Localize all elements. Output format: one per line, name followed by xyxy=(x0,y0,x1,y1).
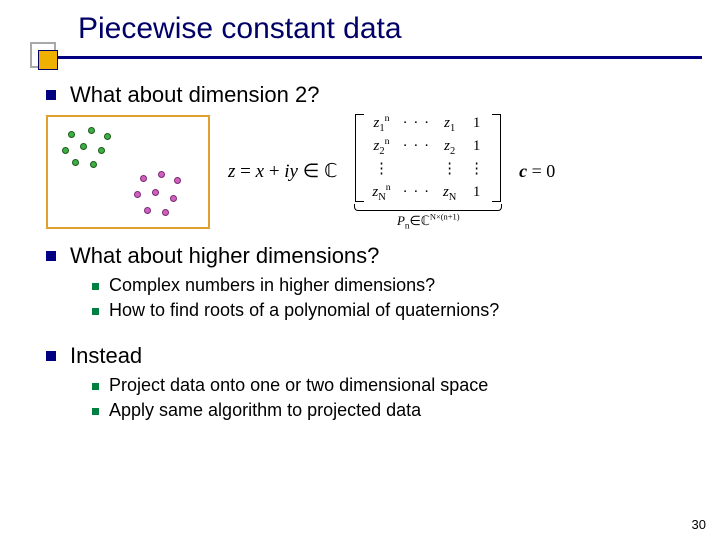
content-area: What about dimension 2? z = x + iy ∈ ℂ xyxy=(46,82,690,520)
title-decor-square xyxy=(30,42,58,70)
bullet-dim2-text: What about dimension 2? xyxy=(70,82,320,107)
sub-quaternion-roots: How to find roots of a polynomial of qua… xyxy=(92,300,690,321)
matrix-block: z1n z2n ⋮ zNn · · · · · · · · · z1 z2 ⋮ … xyxy=(355,114,501,229)
slide-title: Piecewise constant data xyxy=(78,12,402,46)
scatter-plot xyxy=(46,115,210,229)
bullet-small-square-icon xyxy=(92,383,99,390)
sub-apply-algorithm: Apply same algorithm to projected data xyxy=(92,400,690,421)
title-underline xyxy=(58,56,702,59)
bullet-higher-dims: What about higher dimensions? xyxy=(46,243,690,269)
matrix-col-ones: 1 1 ⋮ 1 xyxy=(465,114,488,202)
bullet-small-square-icon xyxy=(92,308,99,315)
sub-project-data: Project data onto one or two dimensional… xyxy=(92,375,690,396)
bullet-small-square-icon xyxy=(92,408,99,415)
matrix-col-dots: · · · · · · · · · xyxy=(399,114,435,202)
page-number: 30 xyxy=(692,517,706,532)
matrix-col3: z1 z2 ⋮ zN xyxy=(438,114,461,202)
matrix-col1: z1n z2n ⋮ zNn xyxy=(368,114,394,202)
complex-formula: z = x + iy ∈ ℂ xyxy=(228,160,337,183)
bullet-instead-text: Instead xyxy=(70,343,142,368)
matrix-underlabel: Pn∈ℂN×(n+1) xyxy=(397,213,460,229)
sub-complex-higher: Complex numbers in higher dimensions? xyxy=(92,275,690,296)
bullet-square-icon xyxy=(46,351,56,361)
bullet-dim2: What about dimension 2? xyxy=(46,82,690,108)
matrix-rhs: c = 0 xyxy=(519,161,555,182)
bullet-square-icon xyxy=(46,90,56,100)
figure-row: z = x + iy ∈ ℂ z1n z2n ⋮ zNn · · · · · ·… xyxy=(46,114,690,229)
bullet-square-icon xyxy=(46,251,56,261)
bullet-higher-dims-text: What about higher dimensions? xyxy=(70,243,379,268)
title-bar: Piecewise constant data xyxy=(18,12,702,68)
bullet-small-square-icon xyxy=(92,283,99,290)
bullet-instead: Instead xyxy=(46,343,690,369)
